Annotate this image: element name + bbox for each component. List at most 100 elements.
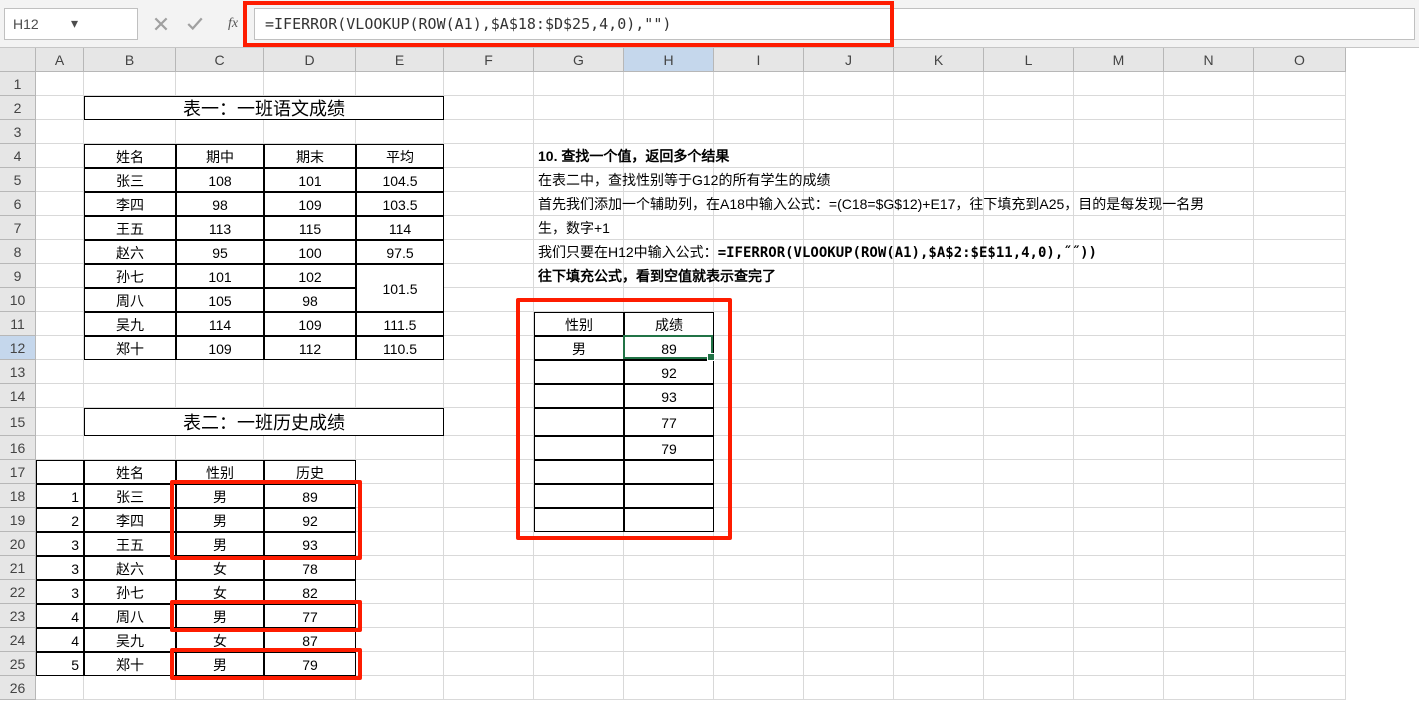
cell-G2[interactable] xyxy=(534,96,624,120)
cell-L23[interactable] xyxy=(984,604,1074,628)
cell-K20[interactable] xyxy=(894,532,984,556)
cell-B26[interactable] xyxy=(84,676,176,700)
cell-C21-content[interactable]: 女 xyxy=(176,556,264,580)
cell-J20[interactable] xyxy=(804,532,894,556)
cell-J17[interactable] xyxy=(804,460,894,484)
row-header-12[interactable]: 12 xyxy=(0,336,36,360)
cell-E25[interactable] xyxy=(356,652,444,676)
cell-A2[interactable] xyxy=(36,96,84,120)
cell-B18-content[interactable]: 张三 xyxy=(84,484,176,508)
cell-E9-content[interactable]: 101.5 xyxy=(356,264,444,312)
cell-E20[interactable] xyxy=(356,532,444,556)
cell-D20-content[interactable]: 93 xyxy=(264,532,356,556)
cell-F6[interactable] xyxy=(444,192,534,216)
cell-M25[interactable] xyxy=(1074,652,1164,676)
cell-B15-content[interactable]: 表二：一班历史成绩 xyxy=(84,408,444,436)
cell-H26[interactable] xyxy=(624,676,714,700)
cell-K21[interactable] xyxy=(894,556,984,580)
cell-J10[interactable] xyxy=(804,288,894,312)
cell-I12[interactable] xyxy=(714,336,804,360)
cell-J15[interactable] xyxy=(804,408,894,436)
cell-D26[interactable] xyxy=(264,676,356,700)
cell-I2[interactable] xyxy=(714,96,804,120)
cell-A26[interactable] xyxy=(36,676,84,700)
cell-O21[interactable] xyxy=(1254,556,1346,580)
row-header-15[interactable]: 15 xyxy=(0,408,36,436)
column-header-D[interactable]: D xyxy=(264,48,356,72)
cell-B13[interactable] xyxy=(84,360,176,384)
cell-B7-content[interactable]: 王五 xyxy=(84,216,176,240)
cell-O14[interactable] xyxy=(1254,384,1346,408)
cell-I23[interactable] xyxy=(714,604,804,628)
cell-M16[interactable] xyxy=(1074,436,1164,460)
cell-M23[interactable] xyxy=(1074,604,1164,628)
cell-B24-content[interactable]: 吴九 xyxy=(84,628,176,652)
cell-O16[interactable] xyxy=(1254,436,1346,460)
cell-M24[interactable] xyxy=(1074,628,1164,652)
cell-B10-content[interactable]: 周八 xyxy=(84,288,176,312)
cell-D25-content[interactable]: 79 xyxy=(264,652,356,676)
cell-J25[interactable] xyxy=(804,652,894,676)
cell-A20-content[interactable]: 3 xyxy=(36,532,84,556)
chevron-down-icon[interactable]: ▾ xyxy=(71,15,129,32)
cell-M1[interactable] xyxy=(1074,72,1164,96)
cell-M17[interactable] xyxy=(1074,460,1164,484)
cell-B23-content[interactable]: 周八 xyxy=(84,604,176,628)
cell-C4-content[interactable]: 期中 xyxy=(176,144,264,168)
cell-C6-content[interactable]: 98 xyxy=(176,192,264,216)
cell-L20[interactable] xyxy=(984,532,1074,556)
cell-F19[interactable] xyxy=(444,508,534,532)
cell-C25-content[interactable]: 男 xyxy=(176,652,264,676)
cell-G24[interactable] xyxy=(534,628,624,652)
cell-C12-content[interactable]: 109 xyxy=(176,336,264,360)
cell-I1[interactable] xyxy=(714,72,804,96)
cell-C24-content[interactable]: 女 xyxy=(176,628,264,652)
cell-O11[interactable] xyxy=(1254,312,1346,336)
cell-L13[interactable] xyxy=(984,360,1074,384)
column-header-C[interactable]: C xyxy=(176,48,264,72)
cell-H3[interactable] xyxy=(624,120,714,144)
cell-O25[interactable] xyxy=(1254,652,1346,676)
row-header-5[interactable]: 5 xyxy=(0,168,36,192)
cell-L24[interactable] xyxy=(984,628,1074,652)
cell-J1[interactable] xyxy=(804,72,894,96)
cell-L21[interactable] xyxy=(984,556,1074,580)
cell-M13[interactable] xyxy=(1074,360,1164,384)
cell-A17-content[interactable] xyxy=(36,460,84,484)
cell-M12[interactable] xyxy=(1074,336,1164,360)
cell-O10[interactable] xyxy=(1254,288,1346,312)
cell-O24[interactable] xyxy=(1254,628,1346,652)
cell-I19[interactable] xyxy=(714,508,804,532)
cell-A3[interactable] xyxy=(36,120,84,144)
cell-K12[interactable] xyxy=(894,336,984,360)
cell-J12[interactable] xyxy=(804,336,894,360)
cell-D4-content[interactable]: 期末 xyxy=(264,144,356,168)
cell-N24[interactable] xyxy=(1164,628,1254,652)
cell-K2[interactable] xyxy=(894,96,984,120)
cell-F14[interactable] xyxy=(444,384,534,408)
cell-A5[interactable] xyxy=(36,168,84,192)
cell-G26[interactable] xyxy=(534,676,624,700)
row-header-26[interactable]: 26 xyxy=(0,676,36,700)
cell-H1[interactable] xyxy=(624,72,714,96)
cell-B1[interactable] xyxy=(84,72,176,96)
column-header-N[interactable]: N xyxy=(1164,48,1254,72)
row-header-8[interactable]: 8 xyxy=(0,240,36,264)
cell-M18[interactable] xyxy=(1074,484,1164,508)
cell-L16[interactable] xyxy=(984,436,1074,460)
cell-F23[interactable] xyxy=(444,604,534,628)
column-header-F[interactable]: F xyxy=(444,48,534,72)
cell-D9-content[interactable]: 102 xyxy=(264,264,356,288)
cell-C14[interactable] xyxy=(176,384,264,408)
cell-I3[interactable] xyxy=(714,120,804,144)
cell-N21[interactable] xyxy=(1164,556,1254,580)
cell-K16[interactable] xyxy=(894,436,984,460)
cell-A6[interactable] xyxy=(36,192,84,216)
cell-B17-content[interactable]: 姓名 xyxy=(84,460,176,484)
cell-F15[interactable] xyxy=(444,408,534,436)
cell-L22[interactable] xyxy=(984,580,1074,604)
row-header-10[interactable]: 10 xyxy=(0,288,36,312)
cell-N13[interactable] xyxy=(1164,360,1254,384)
cell-F24[interactable] xyxy=(444,628,534,652)
cell-F3[interactable] xyxy=(444,120,534,144)
